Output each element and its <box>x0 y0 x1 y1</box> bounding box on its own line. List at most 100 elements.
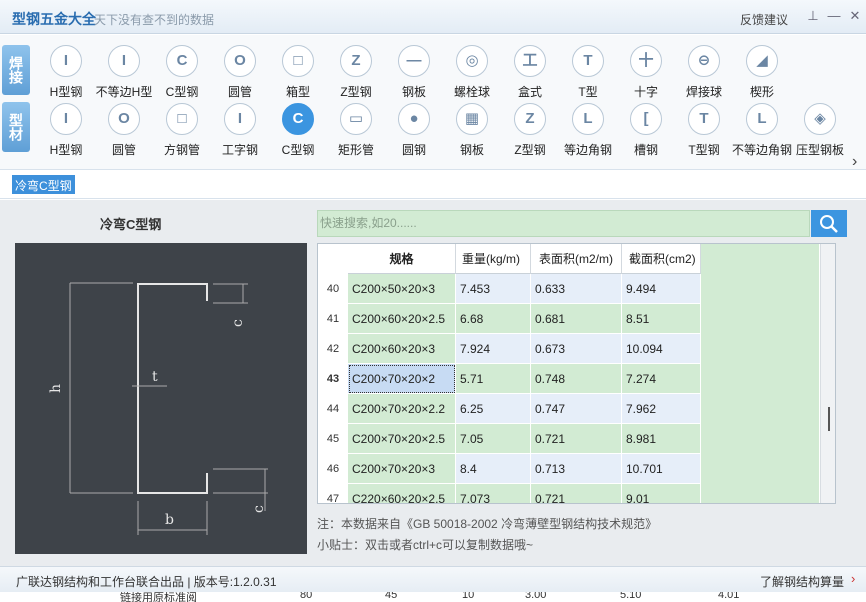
weld-item[interactable]: ◎ 螺栓球 <box>442 43 502 101</box>
table-cell-weight[interactable]: 5.71 <box>456 364 531 394</box>
table-cell-spec[interactable]: C200×70×20×3 <box>348 454 456 484</box>
profile-item[interactable]: L 不等边角钢 <box>732 101 792 159</box>
column-header-surface[interactable]: 表面积(m2/m) <box>531 244 622 274</box>
table-cell-section[interactable]: 10.701 <box>622 454 701 484</box>
table-cell-surface[interactable]: 0.748 <box>531 364 622 394</box>
table-cell-section[interactable]: 9.01 <box>622 484 701 503</box>
table-corner <box>318 244 348 274</box>
profile-item[interactable]: L 等边角钢 <box>558 101 618 159</box>
table-cell-spec[interactable]: C200×70×20×2 <box>348 364 456 394</box>
table-cell-surface[interactable]: 0.721 <box>531 424 622 454</box>
table-cell-section[interactable]: 7.274 <box>622 364 701 394</box>
category-ribbon: 焊接 型材 I H型钢 I 不等边H型 C C型钢 O 圆管 □ 箱型 Z Z型钢 — 钢板 ◎ 螺栓球工盒式… <box>0 35 866 170</box>
table-cell-section[interactable]: 10.094 <box>622 334 701 364</box>
profile-item-label: 压型钢板 <box>795 143 844 157</box>
breadcrumb-current[interactable]: 冷弯C型钢 <box>12 175 75 194</box>
profile-item[interactable]: T T型钢 <box>674 101 734 159</box>
weld-item[interactable]: I 不等边H型 <box>94 43 154 101</box>
column-header-section[interactable]: 截面积(cm2) <box>622 244 701 274</box>
weld-item[interactable]: 工盒式 <box>500 43 560 101</box>
table-cell-section[interactable]: 8.981 <box>622 424 701 454</box>
learn-more-link[interactable]: 了解钢结构算量 <box>760 573 844 590</box>
status-bar: 广联达钢结构和工作台联合出品 | 版本号:1.2.0.31 了解钢结构算量 › <box>0 566 866 592</box>
weld-item[interactable]: O 圆管 <box>210 43 270 101</box>
weld-category-tab[interactable]: 焊接 <box>2 45 30 95</box>
table-cell-spec[interactable]: C200×70×20×2.5 <box>348 424 456 454</box>
profile-item[interactable]: ▦ 钢板 <box>442 101 502 159</box>
table-cell-weight[interactable]: 6.25 <box>456 394 531 424</box>
label-h: h <box>48 384 64 393</box>
row-index: 42 <box>318 334 348 364</box>
weld-item[interactable]: T T型 <box>558 43 618 101</box>
weld-item[interactable]: — 钢板 <box>384 43 444 101</box>
arrow-icon[interactable]: › <box>851 571 855 586</box>
minimize-icon[interactable]: — <box>827 9 841 23</box>
weld-item[interactable]: ◢ 楔形 <box>732 43 792 101</box>
table-cell-spec[interactable]: C220×60×20×2.5 <box>348 484 456 503</box>
table-cell-weight[interactable]: 7.453 <box>456 274 531 304</box>
table-cell-surface[interactable]: 0.633 <box>531 274 622 304</box>
row-index: 46 <box>318 454 348 484</box>
weld-item[interactable]: C C型钢 <box>152 43 212 101</box>
table-cell-section[interactable]: 7.962 <box>622 394 701 424</box>
scrollbar-thumb[interactable] <box>828 407 830 431</box>
profile-item[interactable]: O 圆管 <box>94 101 154 159</box>
bg-cell: 10 <box>462 592 475 601</box>
label-t: t <box>152 369 158 385</box>
table-cell-spec[interactable]: C200×70×20×2.2 <box>348 394 456 424</box>
weld-item-icon: O <box>224 45 256 77</box>
table-cell-weight[interactable]: 6.68 <box>456 304 531 334</box>
bg-cell: 5.10 <box>620 592 642 601</box>
profile-category-tab[interactable]: 型材 <box>2 102 30 152</box>
table-cell-weight[interactable]: 8.4 <box>456 454 531 484</box>
profile-item-icon: ● <box>398 103 430 135</box>
weld-item-label: 楔形 <box>749 85 774 99</box>
search-icon <box>820 215 838 233</box>
table-cell-surface[interactable]: 0.747 <box>531 394 622 424</box>
profile-item[interactable]: C C型钢 <box>268 101 328 159</box>
search-button[interactable] <box>811 210 847 237</box>
table-cell-surface[interactable]: 0.713 <box>531 454 622 484</box>
profile-item[interactable]: [槽钢 <box>616 101 676 159</box>
table-cell-section[interactable]: 8.51 <box>622 304 701 334</box>
table-cell-spec[interactable]: C200×60×20×3 <box>348 334 456 364</box>
search-input[interactable]: 快速搜索,如20...... <box>317 210 810 237</box>
table-cell-weight[interactable]: 7.05 <box>456 424 531 454</box>
profile-item-icon: T <box>688 103 720 135</box>
profile-item-icon: L <box>746 103 778 135</box>
column-header-spec[interactable]: 规格 <box>348 244 456 274</box>
profile-item[interactable]: ▭ 矩形管 <box>326 101 386 159</box>
profile-item[interactable]: Z Z型钢 <box>500 101 560 159</box>
profile-item-icon: ▭ <box>340 103 372 135</box>
weld-item[interactable]: I H型钢 <box>36 43 96 101</box>
profile-item[interactable]: ● 圆钢 <box>384 101 444 159</box>
table-cell-surface[interactable]: 0.673 <box>531 334 622 364</box>
status-credits: 广联达钢结构和工作台联合出品 | 版本号:1.2.0.31 <box>16 575 277 589</box>
weld-item[interactable]: ⊖ 焊接球 <box>674 43 734 101</box>
vertical-scrollbar[interactable] <box>820 244 835 503</box>
weld-item[interactable]: Z Z型钢 <box>326 43 386 101</box>
weld-item-icon: Z <box>340 45 372 77</box>
table-cell-weight[interactable]: 7.073 <box>456 484 531 503</box>
spec-table: 规格 重量(kg/m) 表面积(m2/m) 截面积(cm2) 40 C200×50… <box>317 243 836 504</box>
label-b: b <box>165 512 174 528</box>
profile-item-icon: I <box>224 103 256 135</box>
feedback-link[interactable]: 反馈建议 <box>740 11 788 28</box>
profile-item[interactable]: I 工字钢 <box>210 101 270 159</box>
table-cell-section[interactable]: 9.494 <box>622 274 701 304</box>
profile-item[interactable]: ◈ 压型钢板 <box>790 101 850 159</box>
profile-item[interactable]: I H型钢 <box>36 101 96 159</box>
weld-item[interactable]: 十十字 <box>616 43 676 101</box>
background-window-strip: 链接用原标准阅 80 45 10 3.00 5.10 4.01 <box>0 592 866 602</box>
table-cell-spec[interactable]: C200×60×20×2.5 <box>348 304 456 334</box>
profile-item[interactable]: □ 方钢管 <box>152 101 212 159</box>
pin-icon[interactable]: ⊥ <box>806 9 820 23</box>
table-cell-surface[interactable]: 0.681 <box>531 304 622 334</box>
table-cell-weight[interactable]: 7.924 <box>456 334 531 364</box>
weld-item[interactable]: □ 箱型 <box>268 43 328 101</box>
table-cell-surface[interactable]: 0.721 <box>531 484 622 503</box>
close-icon[interactable]: ✕ <box>848 9 862 23</box>
bg-cell: 4.01 <box>718 592 740 601</box>
table-cell-spec[interactable]: C200×50×20×3 <box>348 274 456 304</box>
column-header-weight[interactable]: 重量(kg/m) <box>456 244 531 274</box>
